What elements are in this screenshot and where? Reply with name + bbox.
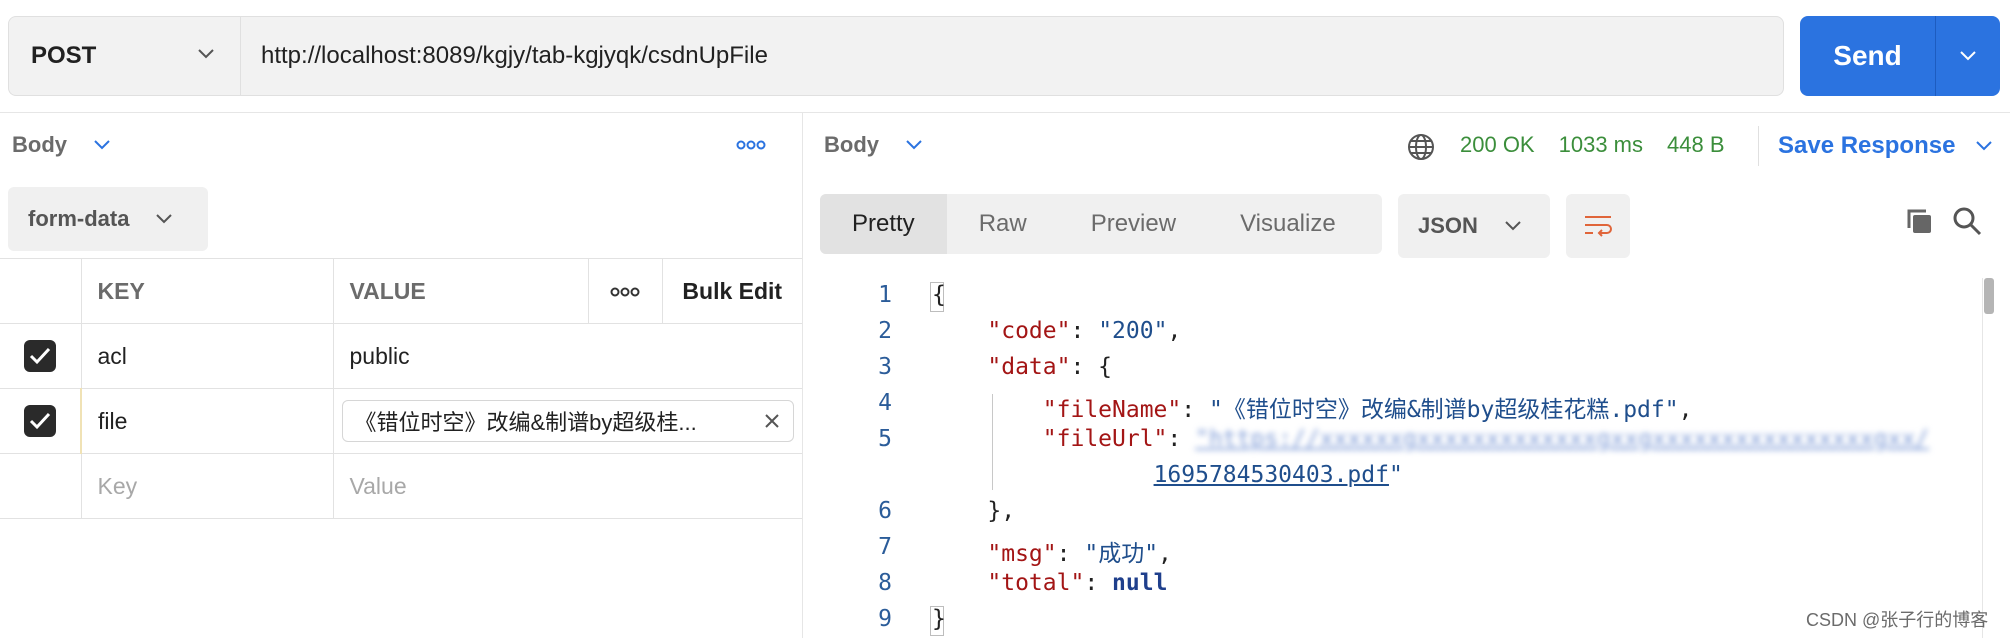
code-line: "data": {: [987, 354, 1113, 380]
table-row: Key Value: [0, 453, 802, 519]
method-label: POST: [31, 42, 97, 69]
bulk-edit-button[interactable]: Bulk Edit: [661, 258, 802, 324]
chevron-down-icon: [156, 214, 173, 224]
scrollbar-thumb[interactable]: [1984, 278, 1994, 314]
code-line: "msg": "成功",: [987, 541, 1172, 567]
code-line: "fileUrl": "https://xxxxxxgxxxxxxxxxxxxx…: [1042, 426, 1930, 452]
line-number: 5: [878, 426, 892, 452]
total-value: null: [1112, 570, 1168, 596]
close-icon[interactable]: [763, 412, 781, 430]
line-number: 3: [878, 354, 892, 380]
panel-divider[interactable]: [802, 112, 803, 638]
wrap-lines-button[interactable]: [1566, 194, 1630, 258]
more-dots-icon: [610, 287, 640, 296]
send-button[interactable]: Send: [1800, 16, 2000, 96]
column-options[interactable]: [587, 258, 663, 324]
chevron-down-icon: [1976, 141, 1993, 151]
table-row: acl public: [0, 323, 802, 389]
line-number: 8: [878, 570, 892, 596]
row-checkbox[interactable]: [0, 388, 82, 454]
file-chip[interactable]: 《错位时空》改编&制谱by超级桂...: [341, 400, 794, 442]
line-number: 7: [878, 534, 892, 560]
body-type-label: form-data: [28, 206, 130, 231]
file-name-value: "《错位时空》改编&制谱by超级桂花糕.pdf": [1208, 397, 1679, 423]
line-number: 6: [878, 498, 892, 524]
chevron-down-icon: [94, 140, 110, 150]
response-view-tabs: Pretty Raw Preview Visualize: [820, 194, 1382, 254]
chevron-down-icon: [906, 140, 922, 150]
code-line: 1695784530403.pdf": [1153, 462, 1403, 488]
file-url-tail[interactable]: 1695784530403.pdf: [1154, 462, 1389, 488]
tab-visualize[interactable]: Visualize: [1208, 194, 1368, 254]
value-placeholder[interactable]: Value: [332, 453, 802, 519]
url-input[interactable]: http://localhost:8089/kgjy/tab-kgjyqk/cs…: [240, 16, 1784, 96]
key-placeholder[interactable]: Key: [80, 453, 334, 519]
send-dropdown[interactable]: [1936, 49, 2000, 63]
response-size[interactable]: 448 B: [1667, 132, 1725, 158]
table-header-row: KEY VALUE Bulk Edit: [0, 258, 802, 324]
check-icon: [29, 412, 51, 430]
request-body-label: Body: [12, 132, 67, 157]
send-label: Send: [1833, 40, 1902, 71]
response-body-label: Body: [824, 132, 879, 157]
format-select[interactable]: JSON: [1398, 194, 1550, 258]
checkbox[interactable]: [24, 340, 57, 372]
row-checkbox-empty: [0, 453, 82, 519]
key-cell[interactable]: acl: [80, 323, 334, 389]
code-line: "total": null: [987, 570, 1168, 596]
save-response-label: Save Response: [1778, 132, 1956, 159]
watermark: CSDN @张子行的博客: [1806, 610, 1989, 630]
line-number: 2: [878, 318, 892, 344]
check-icon: [30, 347, 51, 365]
code-line: }: [932, 606, 946, 632]
tab-raw[interactable]: Raw: [947, 194, 1059, 254]
wrap-lines-icon: [1585, 216, 1612, 237]
response-body-selector[interactable]: Body: [824, 132, 923, 158]
line-number: 1: [878, 282, 892, 308]
key-column-header: KEY: [80, 258, 334, 324]
chevron-down-icon: [1505, 221, 1521, 231]
tab-pretty[interactable]: Pretty: [820, 194, 947, 254]
value-cell: 《错位时空》改编&制谱by超级桂...: [332, 388, 802, 454]
request-body-selector[interactable]: Body: [12, 132, 111, 158]
form-data-table: KEY VALUE Bulk Edit acl public file 《错位时…: [0, 258, 802, 519]
table-row: file 《错位时空》改编&制谱by超级桂...: [0, 388, 802, 454]
more-dots-icon[interactable]: [736, 138, 766, 152]
body-type-select[interactable]: form-data: [8, 187, 208, 251]
line-number: 4: [878, 390, 892, 416]
file-url-blurred[interactable]: "https://xxxxxxgxxxxxxxxxxxxxgxxgxxxxxxx…: [1195, 426, 1929, 452]
tab-preview[interactable]: Preview: [1059, 194, 1208, 254]
value-column-header: VALUE: [332, 258, 589, 324]
code-line: "code": "200",: [987, 318, 1182, 344]
url-text: http://localhost:8089/kgjy/tab-kgjyqk/cs…: [261, 42, 768, 69]
response-time[interactable]: 1033 ms: [1559, 132, 1643, 158]
checkbox[interactable]: [24, 405, 56, 437]
save-response-button[interactable]: Save Response: [1778, 132, 1993, 160]
method-select[interactable]: POST: [8, 16, 240, 96]
divider: [0, 112, 2010, 113]
code-line: },: [932, 498, 1016, 524]
code-line: "fileName": "《错位时空》改编&制谱by超级桂花糕.pdf",: [1042, 397, 1693, 423]
value-cell[interactable]: public: [332, 323, 802, 389]
file-name: 《错位时空》改编&制谱by超级桂...: [354, 410, 697, 435]
line-number: 9: [878, 606, 892, 632]
search-icon[interactable]: [1952, 206, 1982, 236]
msg-value: "成功": [1084, 541, 1159, 567]
response-meta: 200 OK 1033 ms 448 B: [1460, 132, 1725, 158]
divider: [1758, 126, 1759, 166]
format-label: JSON: [1418, 213, 1478, 238]
chevron-down-icon: [1960, 51, 1976, 61]
copy-icon[interactable]: [1904, 206, 1934, 236]
code-value: "200": [1098, 318, 1168, 344]
row-checkbox[interactable]: [0, 323, 82, 389]
chevron-down-icon: [198, 49, 214, 59]
scrollbar-track: [1982, 278, 1983, 638]
key-cell[interactable]: file: [80, 388, 334, 454]
status-code[interactable]: 200 OK: [1460, 132, 1535, 158]
globe-icon[interactable]: [1406, 132, 1436, 162]
code-line: {: [932, 282, 946, 308]
checkbox-column-header: [0, 258, 82, 324]
